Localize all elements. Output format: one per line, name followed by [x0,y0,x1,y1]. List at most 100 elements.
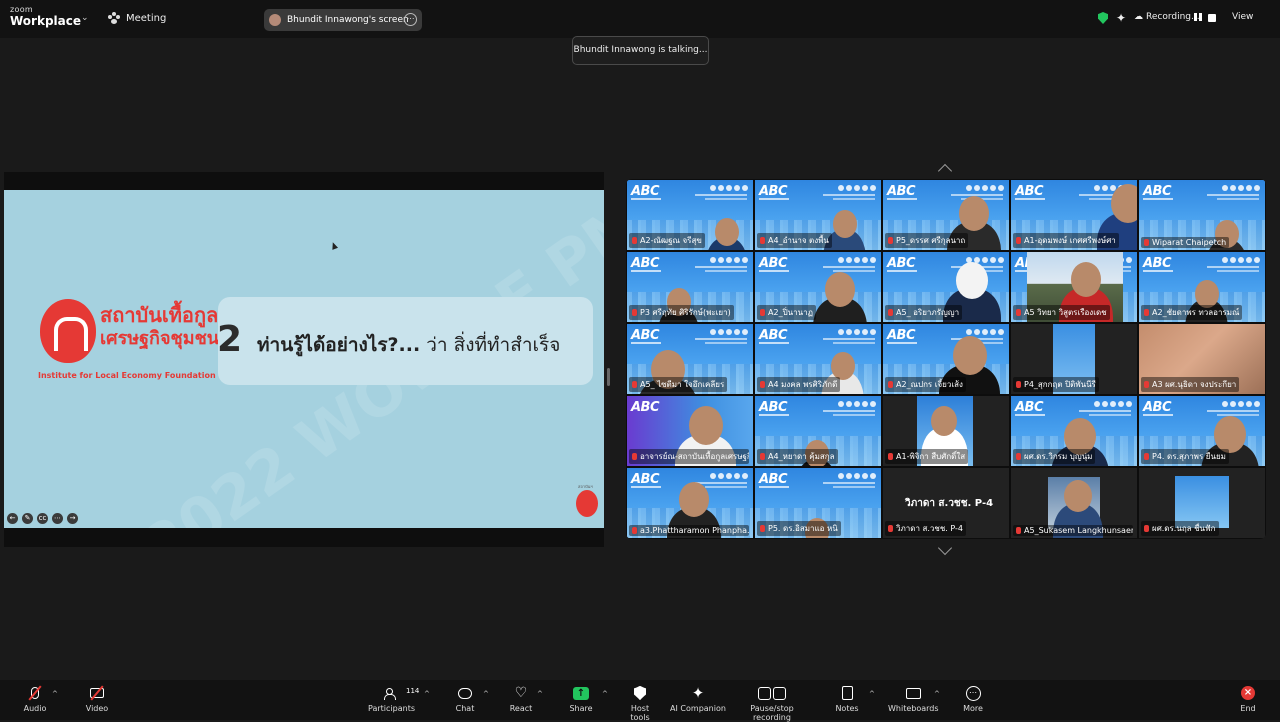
participant-tile[interactable]: ABC P3 ศรีฤทัย ศิริรักษ์(พะเยา) [626,251,754,323]
participant-tile[interactable]: ABC A4_อำนาจ ตงพื้น [754,179,882,251]
participant-tile[interactable]: ABC A5_ ไซตีมา ใจอึกเคลียร [626,323,754,395]
participant-tile[interactable]: ABC P5. ดร.อิสมาแอ หนิ [754,467,882,539]
chevron-down-icon[interactable]: ⌄ [81,13,89,23]
muted-mic-icon [760,237,765,244]
share-button[interactable]: ↑ Share [568,684,594,713]
whiteboard-icon [905,687,921,699]
pen-icon[interactable]: ✎ [22,513,33,524]
brand-top: zoom [10,5,33,14]
muted-mic-icon [632,381,637,388]
muted-mic-icon [632,237,637,244]
ai-companion-button[interactable]: ✦ AI Companion [670,684,726,713]
abc-logo-icon: ABC [887,328,916,343]
presentation-slide: ©2022 WOW LE PMUA สถาบันเทื้อกูล เศรษฐกิ… [4,190,604,528]
participant-tile[interactable]: A5_Sukasem Langkhunsaen [1010,467,1138,539]
pause-stop-icon [758,686,786,700]
whiteboards-options-caret[interactable]: ^ [934,690,940,698]
chat-options-caret[interactable]: ^ [483,690,489,698]
recording-label: Recording... [1146,12,1200,22]
muted-mic-icon [760,381,765,388]
participant-name-label: A4 มงคล พรศิริภักดี [757,377,841,392]
participants-options-caret[interactable]: ^ [424,690,430,698]
participant-name: A4 มงคล พรศิริภักดี [768,380,838,389]
participant-tile[interactable]: วิภาดา ส.วชช. P-4 วิภาดา ส.วชช. P-4 [882,467,1010,539]
muted-mic-icon [1144,309,1149,316]
pause-stop-recording-label: Pause/stop recording [750,704,794,722]
ai-companion-label: AI Companion [670,704,726,713]
zoom-logo[interactable]: zoom Workplace [10,5,82,28]
participant-tile[interactable]: ABC A2_ปิ่นานาฏ [754,251,882,323]
participant-name: P4_สุกกฤต ปิติพันนีรี [1024,380,1096,389]
participant-name: P5. ดร.อิสมาแอ หนิ [768,524,838,533]
whiteboards-button[interactable]: Whiteboards [888,684,939,713]
participants-icon: 114 [384,687,419,700]
muted-mic-icon [632,309,637,316]
stop-icon [1208,14,1216,22]
more-icon[interactable]: ⋯ [52,513,63,524]
brand-bottom: Workplace [10,14,82,28]
chat-button[interactable]: Chat [452,684,478,713]
participant-name: A2_ชัยดาพร ทวลอารมณ์ [1152,308,1240,317]
participant-tile[interactable]: ABC A4_หยาดา คุ้มสกุล [754,395,882,467]
notes-button[interactable]: Notes [834,684,860,713]
participant-name-label: A5 วิทยา วิสูตรเรืองเดช [1013,305,1110,320]
audio-options-caret[interactable]: ^ [52,690,58,698]
participant-name: A5_Sukasem Langkhunsaen [1024,526,1133,535]
react-options-caret[interactable]: ^ [537,690,543,698]
resize-handle[interactable] [607,368,610,386]
participant-tile[interactable]: ABC A2-ณัฒฐณ จรีสุข [626,179,754,251]
participant-name-label: A1-อุดมพงษ์ เกศศรีพงษ์ศา [1013,233,1119,248]
participants-button[interactable]: 114 Participants [368,684,419,713]
abc-logo-icon: ABC [759,184,788,199]
stop-recording-button[interactable] [1208,14,1216,22]
more-button[interactable]: ⋯ More [960,684,986,713]
participant-tile[interactable]: P4_สุกกฤต ปิติพันนีรี [1010,323,1138,395]
participant-tile[interactable]: ABC A5_ อริยาภรัญญา [882,251,1010,323]
meeting-info-button[interactable]: Meeting [108,12,166,24]
screen-share-pill[interactable]: Bhundit Innawong's screen ⋯ [264,9,422,31]
participant-tile[interactable]: ABC A2_ชัยดาพร ทวลอารมณ์ [1138,251,1266,323]
muted-mic-icon [1016,237,1021,244]
participant-tile[interactable]: ABC Wiparat Chaipetch [1138,179,1266,251]
pause-stop-recording-button[interactable]: Pause/stop recording [732,684,812,722]
view-label: View [1232,12,1254,22]
participant-tile[interactable]: A1-พิจิกา สืบศักดิ์ใส [882,395,1010,467]
video-button[interactable]: Video [84,684,110,713]
gallery-up-icon[interactable] [937,163,953,179]
next-slide-icon[interactable]: → [67,513,78,524]
pause-recording-button[interactable] [1193,12,1203,22]
security-shield-icon[interactable] [1098,12,1108,24]
participant-tile[interactable]: ผศ.ดร.นฤล ชื่นฟัก [1138,467,1266,539]
participant-tile[interactable]: ABC ผศ.ดร.วิกรม บุญนุ่ม [1010,395,1138,467]
captions-icon[interactable]: cc [37,513,48,524]
muted-mic-icon [760,453,765,460]
participant-tile[interactable]: ABC A1-อุดมพงษ์ เกศศรีพงษ์ศา [1010,179,1138,251]
react-button[interactable]: ♡ React [508,684,534,713]
audio-button[interactable]: Audio [22,684,48,713]
participant-tile[interactable]: ABC A5 วิทยา วิสูตรเรืองเดช [1010,251,1138,323]
host-tools-button[interactable]: Host tools [620,684,660,722]
view-button[interactable]: View [1232,12,1253,22]
participant-tile[interactable]: ABC A4 มงคล พรศิริภักดี [754,323,882,395]
share-screen-icon: ↑ [573,686,589,700]
participant-name-label: P5_ดรรศ ศรีกุลนาถ [885,233,969,248]
abc-logo-icon: ABC [1015,400,1044,415]
sparkle-icon[interactable]: ✦ [1116,11,1126,25]
participant-tile[interactable]: ABC P4. ดร.สุภาพร ยืนยม [1138,395,1266,467]
shared-screen[interactable]: ©2022 WOW LE PMUA สถาบันเทื้อกูล เศรษฐกิ… [4,172,604,547]
participant-tile[interactable]: ABC A2_ณปกร เจี้ยวเส้ง [882,323,1010,395]
prev-slide-icon[interactable]: ← [7,513,18,524]
abc-logo-icon: ABC [759,328,788,343]
participant-tile[interactable]: ABC อาจารย์ณ-สถาบันเทื้อกูลเศรษฐกิ... [626,395,754,467]
participant-tile[interactable]: ABC a3.Phattharamon Phanpha... [626,467,754,539]
participant-tile[interactable]: A3 ผศ.นุธิดา จงประกียา [1138,323,1266,395]
more-icon[interactable]: ⋯ [404,13,417,26]
participant-gallery: ABC A2-ณัฒฐณ จรีสุข ABC A4_อำนาจ ตงพื้น AB… [626,179,1266,539]
end-button[interactable]: × End [1235,684,1261,713]
notes-options-caret[interactable]: ^ [869,690,875,698]
meeting-toolbar: Audio ^ Video 114 Participants ^ Chat ^ … [0,680,1280,722]
gallery-down-icon[interactable] [937,540,953,556]
share-options-caret[interactable]: ^ [602,690,608,698]
participant-tile[interactable]: ABC P5_ดรรศ ศรีกุลนาถ [882,179,1010,251]
participant-name-label: A2_ปิ่นานาฏ [757,305,816,320]
